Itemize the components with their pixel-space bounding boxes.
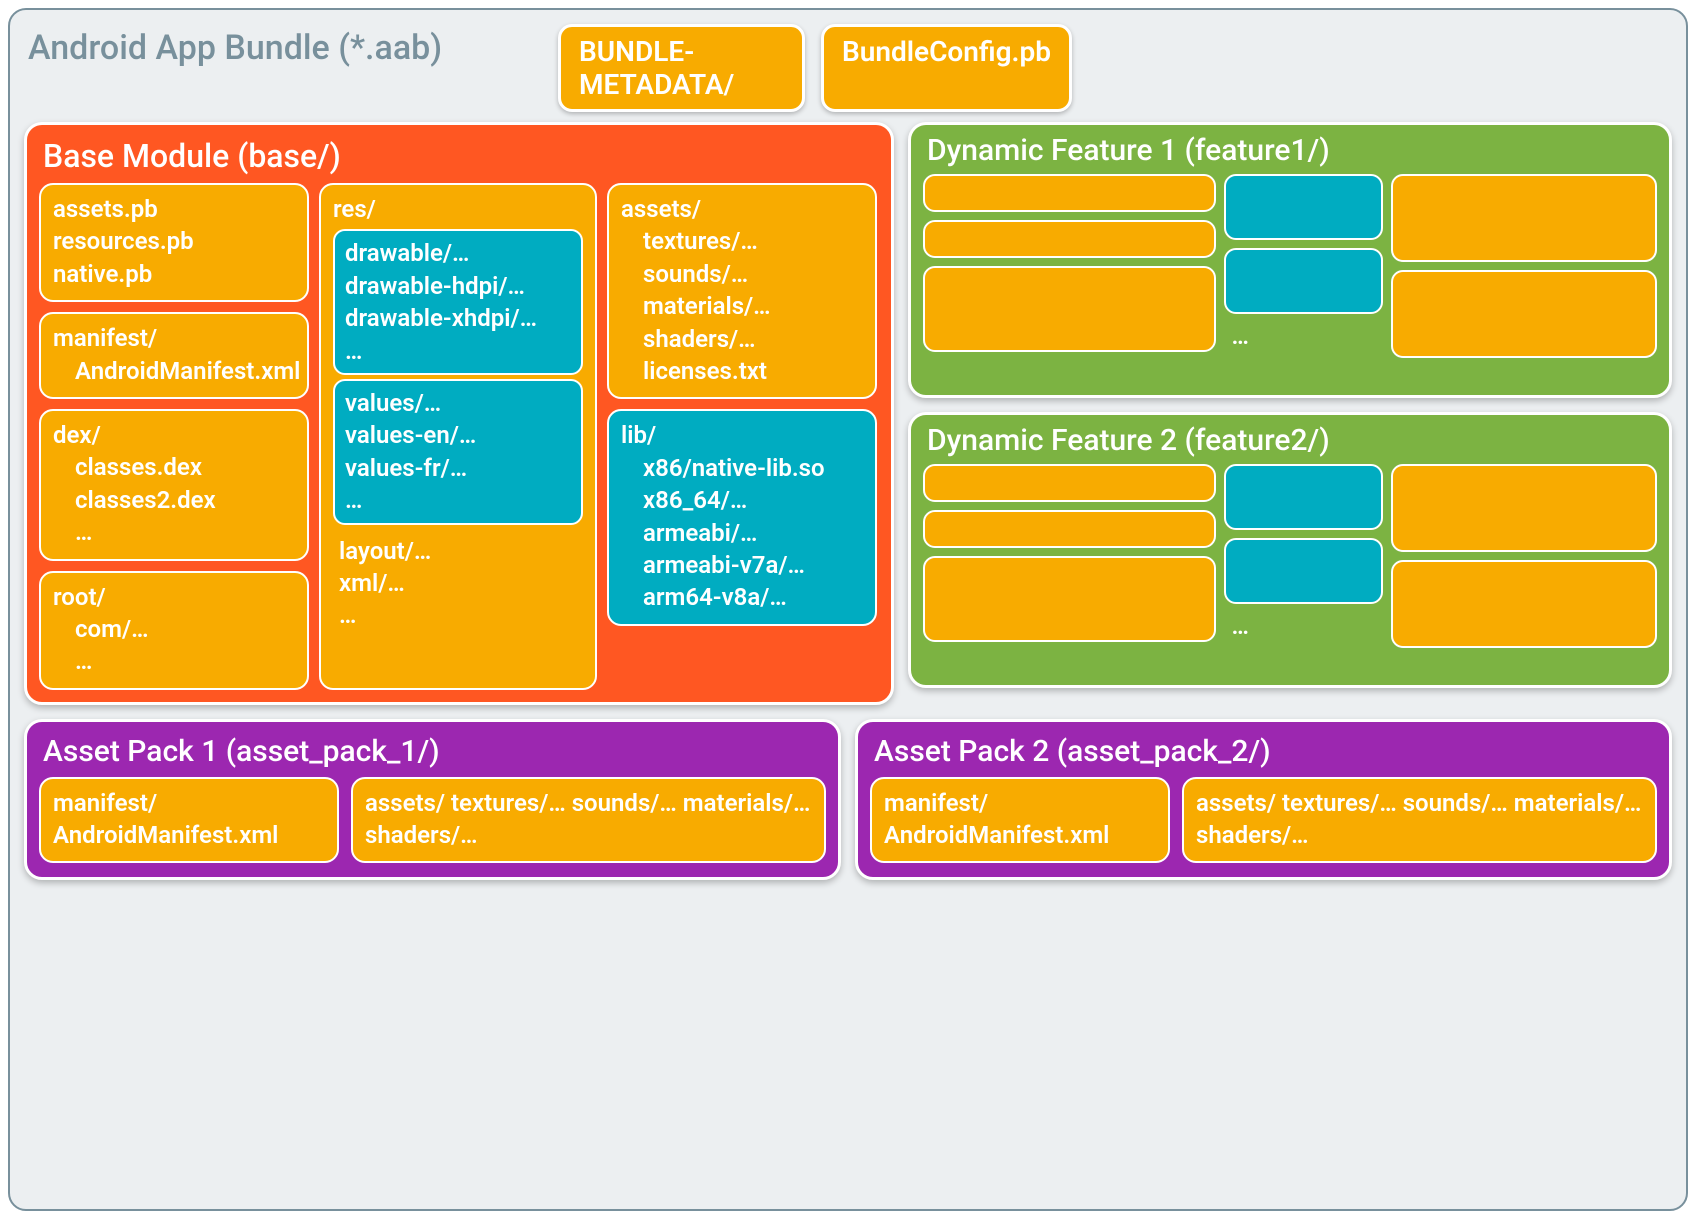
asset2-manifest-box: manifest/ AndroidManifest.xml bbox=[870, 777, 1170, 864]
feature-stub-box bbox=[923, 510, 1216, 548]
feature-stub-box bbox=[923, 266, 1216, 352]
feature-stub-box bbox=[923, 464, 1216, 502]
asset-pack-2: Asset Pack 2 (asset_pack_2/) manifest/ A… bbox=[855, 719, 1672, 881]
bundle-title: Android App Bundle (*.aab) bbox=[24, 22, 544, 68]
feature-stub-box bbox=[1391, 270, 1657, 358]
lib-box: lib/ x86/native-lib.so x86_64/… armeabi/… bbox=[607, 409, 877, 625]
asset-pack-1: Asset Pack 1 (asset_pack_1/) manifest/ A… bbox=[24, 719, 841, 881]
asset1-manifest-box: manifest/ AndroidManifest.xml bbox=[39, 777, 339, 864]
assets-box: assets/ textures/… sounds/… materials/… … bbox=[607, 183, 877, 399]
asset1-assets-box: assets/ textures/… sounds/… materials/… … bbox=[351, 777, 826, 864]
pb-files-box: assets.pb resources.pb native.pb bbox=[39, 183, 309, 302]
manifest-box: manifest/ AndroidManifest.xml bbox=[39, 312, 309, 399]
dynamic-feature-2: Dynamic Feature 2 (feature2/) … bbox=[908, 412, 1672, 688]
res-box: res/ drawable/… drawable-hdpi/… drawable… bbox=[319, 183, 597, 690]
bundle-config-pill: BundleConfig.pb bbox=[821, 24, 1072, 112]
dex-box: dex/ classes.dex classes2.dex … bbox=[39, 409, 309, 561]
feature-ellipsis: … bbox=[1224, 612, 1384, 640]
res-values-box: values/… values-en/… values-fr/… … bbox=[333, 379, 583, 525]
res-drawable-box: drawable/… drawable-hdpi/… drawable-xhdp… bbox=[333, 229, 583, 375]
feature-stub-box bbox=[1224, 538, 1384, 604]
feature-stub-box bbox=[923, 220, 1216, 258]
feature-stub-box bbox=[1391, 464, 1657, 552]
feature-stub-box bbox=[923, 556, 1216, 642]
feature-stub-box bbox=[1391, 560, 1657, 648]
base-module-title: Base Module (base/) bbox=[39, 135, 879, 183]
asset-pack-2-title: Asset Pack 2 (asset_pack_2/) bbox=[870, 732, 1657, 777]
feature-stub-box bbox=[1224, 174, 1384, 240]
feature-stub-box bbox=[1391, 174, 1657, 262]
feature-stub-box bbox=[1224, 248, 1384, 314]
app-bundle-container: Android App Bundle (*.aab) BUNDLE-METADA… bbox=[8, 8, 1688, 1211]
feature-stub-box bbox=[1224, 464, 1384, 530]
asset2-assets-box: assets/ textures/… sounds/… materials/… … bbox=[1182, 777, 1657, 864]
base-module: Base Module (base/) assets.pb resources.… bbox=[24, 122, 894, 705]
feature-stub-box bbox=[923, 174, 1216, 212]
root-box: root/ com/… … bbox=[39, 571, 309, 690]
feature-ellipsis: … bbox=[1224, 322, 1384, 350]
feature1-title: Dynamic Feature 1 (feature1/) bbox=[923, 133, 1657, 174]
asset-pack-1-title: Asset Pack 1 (asset_pack_1/) bbox=[39, 732, 826, 777]
dynamic-feature-1: Dynamic Feature 1 (feature1/) … bbox=[908, 122, 1672, 398]
bundle-metadata-pill: BUNDLE-METADATA/ bbox=[558, 24, 805, 112]
feature2-title: Dynamic Feature 2 (feature2/) bbox=[923, 423, 1657, 464]
